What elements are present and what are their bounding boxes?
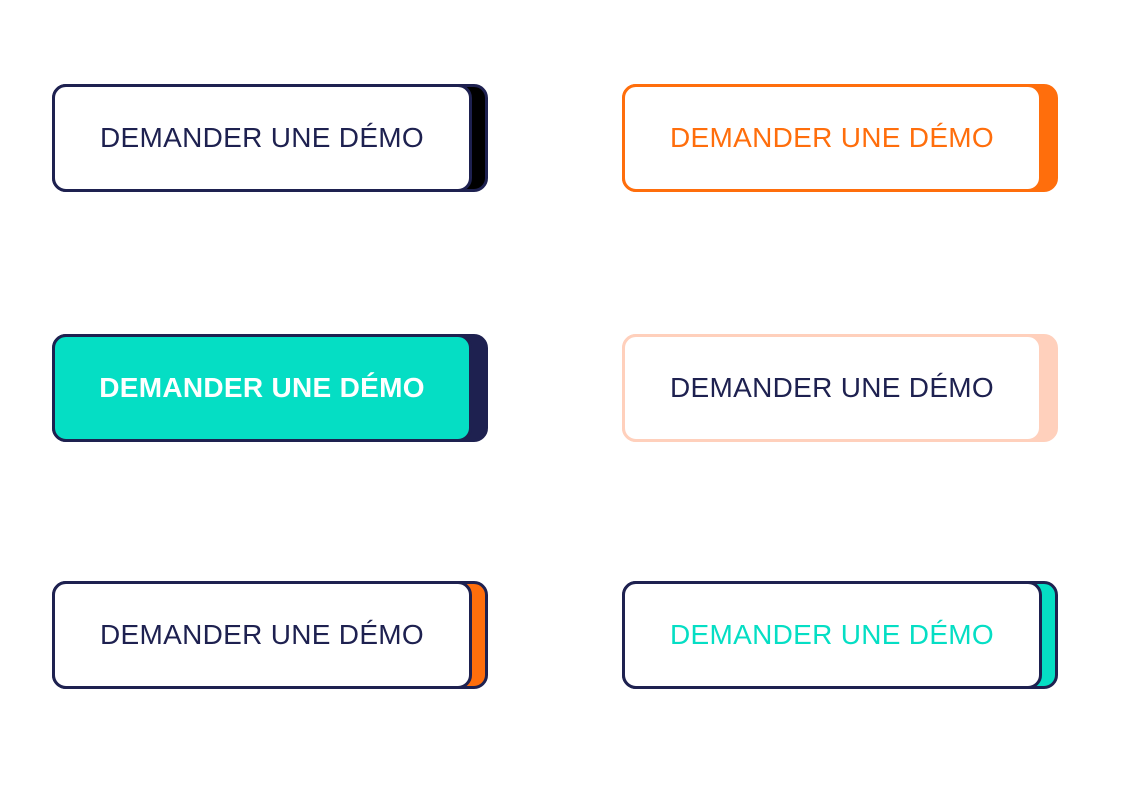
demo-button-face[interactable]: DEMANDER UNE DÉMO xyxy=(52,84,472,192)
demo-button-label: DEMANDER UNE DÉMO xyxy=(669,122,994,153)
demo-button-face[interactable]: DEMANDER UNE DÉMO xyxy=(622,581,1042,689)
demo-button-face[interactable]: DEMANDER UNE DÉMO xyxy=(622,334,1042,442)
demo-button-orange-outline[interactable]: DEMANDER UNE DÉMO xyxy=(622,84,1058,192)
demo-button-peach-outline[interactable]: DEMANDER UNE DÉMO xyxy=(622,334,1058,442)
button-showcase: DEMANDER UNE DÉMO DEMANDER UNE DÉMO DEMA… xyxy=(0,0,1122,800)
demo-button-label: DEMANDER UNE DÉMO xyxy=(99,619,424,650)
demo-button-navy-black[interactable]: DEMANDER UNE DÉMO xyxy=(52,84,488,192)
demo-button-label: DEMANDER UNE DÉMO xyxy=(99,122,424,153)
demo-button-face[interactable]: DEMANDER UNE DÉMO xyxy=(52,334,472,442)
demo-button-navy-orange[interactable]: DEMANDER UNE DÉMO xyxy=(52,581,488,689)
demo-button-teal-filled[interactable]: DEMANDER UNE DÉMO xyxy=(52,334,488,442)
demo-button-label: DEMANDER UNE DÉMO xyxy=(99,372,425,403)
demo-button-label: DEMANDER UNE DÉMO xyxy=(669,372,994,403)
demo-button-face[interactable]: DEMANDER UNE DÉMO xyxy=(52,581,472,689)
demo-button-face[interactable]: DEMANDER UNE DÉMO xyxy=(622,84,1042,192)
demo-button-label: DEMANDER UNE DÉMO xyxy=(669,619,994,650)
demo-button-navy-teal[interactable]: DEMANDER UNE DÉMO xyxy=(622,581,1058,689)
